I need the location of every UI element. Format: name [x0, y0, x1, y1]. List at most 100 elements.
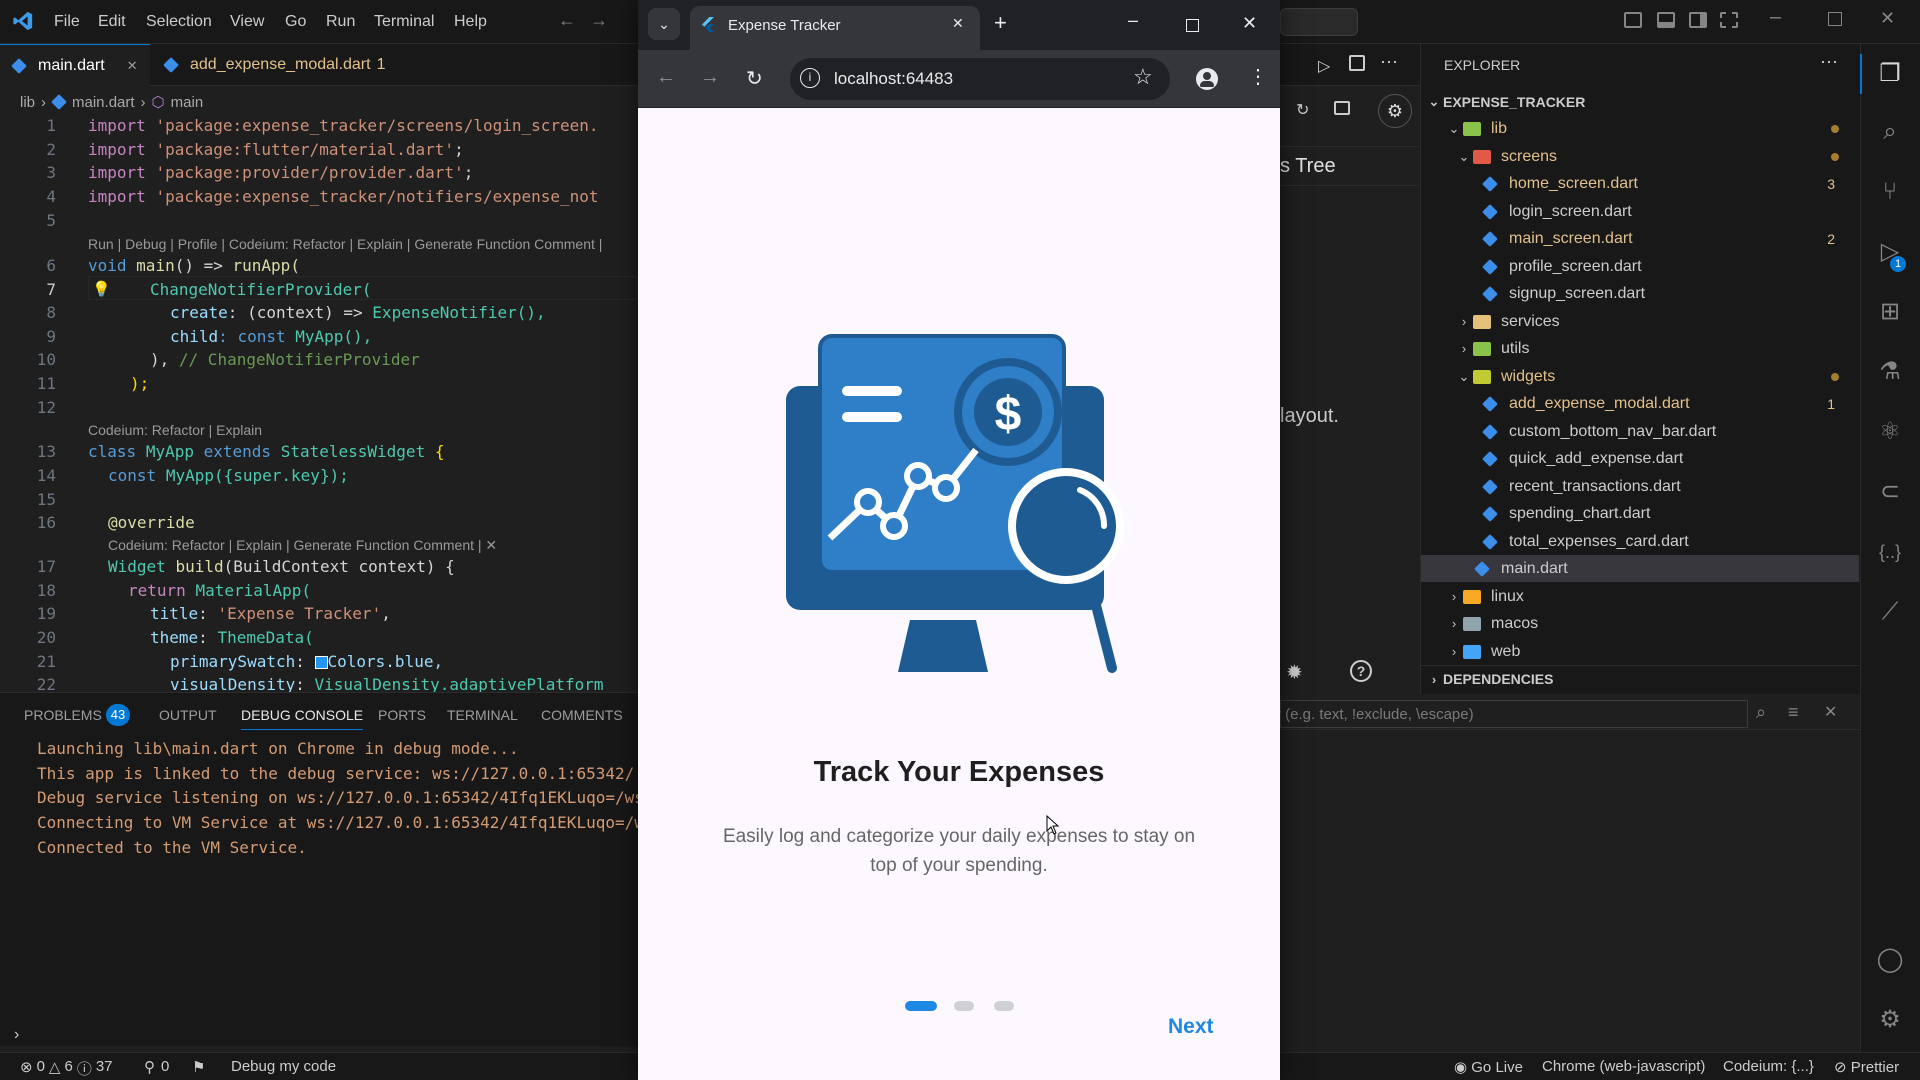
- codelens[interactable]: Codeium: Refactor | Explain: [88, 422, 262, 438]
- page-indicator-dot[interactable]: [994, 1001, 1014, 1011]
- tab-search-icon[interactable]: ⌄: [648, 8, 680, 40]
- panel-tab-terminal[interactable]: TERMINAL: [447, 707, 518, 723]
- files-icon[interactable]: ❐: [1876, 60, 1904, 88]
- status-golive[interactable]: ◉ Go Live: [1454, 1058, 1523, 1076]
- bookmark-star-icon[interactable]: ☆: [1133, 64, 1153, 90]
- search-icon[interactable]: ⌕: [1876, 118, 1904, 146]
- menu-go[interactable]: Go: [285, 13, 306, 31]
- lightbulb-icon[interactable]: 💡: [92, 280, 111, 298]
- panel-tab-problems[interactable]: PROBLEMS: [24, 707, 102, 723]
- new-tab-icon[interactable]: +: [994, 10, 1007, 36]
- browser-minimize-icon[interactable]: –: [1128, 10, 1138, 31]
- menu-file[interactable]: File: [54, 13, 80, 31]
- tree-folder-widgets[interactable]: ⌄ widgets: [1421, 363, 1859, 390]
- tree-file[interactable]: custom_bottom_nav_bar.dart: [1421, 418, 1859, 445]
- tree-file[interactable]: home_screen.dart 3: [1421, 170, 1859, 197]
- run-icon[interactable]: ▷: [1318, 56, 1330, 76]
- tree-file[interactable]: signup_screen.dart: [1421, 280, 1859, 307]
- tree-folder-linux[interactable]: › linux: [1421, 583, 1859, 610]
- panel-tab-comments[interactable]: COMMENTS: [541, 707, 623, 723]
- restore-icon[interactable]: [1828, 12, 1842, 26]
- menu-help[interactable]: Help: [454, 13, 487, 31]
- close-window-icon[interactable]: ✕: [1880, 8, 1895, 29]
- tab-main-dart[interactable]: main.dart ✕: [0, 44, 150, 86]
- toggle-secondary-sidebar-icon[interactable]: [1689, 12, 1707, 28]
- tree-folder-lib[interactable]: ⌄ lib: [1421, 115, 1859, 142]
- clear-console-icon[interactable]: ≡: [1788, 702, 1799, 723]
- extensions-icon[interactable]: ⊞: [1876, 298, 1904, 326]
- color-swatch[interactable]: [314, 656, 328, 669]
- search-icon[interactable]: ⌕: [1756, 702, 1766, 723]
- status-prettier[interactable]: ⊘ Prettier: [1834, 1058, 1899, 1076]
- panel-tab-ports[interactable]: PORTS: [378, 707, 426, 723]
- reload-icon[interactable]: ↻: [746, 66, 763, 91]
- profile-avatar-icon[interactable]: [1196, 68, 1218, 90]
- tree-file[interactable]: total_expenses_card.dart: [1421, 528, 1859, 555]
- browser-close-icon[interactable]: ✕: [1242, 13, 1257, 34]
- bug-icon[interactable]: ✹: [1286, 660, 1303, 685]
- menu-selection[interactable]: Selection: [146, 13, 212, 31]
- tree-file-selected[interactable]: main.dart: [1421, 555, 1859, 582]
- minimize-icon[interactable]: –: [1770, 6, 1781, 29]
- tree-file[interactable]: spending_chart.dart: [1421, 500, 1859, 527]
- status-problems[interactable]: ⊗ 0 △ 6 ⓘ 37: [20, 1058, 113, 1079]
- status-debug-config[interactable]: Debug my code: [231, 1058, 336, 1075]
- nav-forward-icon[interactable]: →: [590, 10, 608, 31]
- tree-file[interactable]: quick_add_expense.dart: [1421, 445, 1859, 472]
- tab-add-expense-modal[interactable]: add_expense_modal.dart 1: [152, 44, 412, 86]
- command-center[interactable]: [1280, 8, 1358, 36]
- react-icon[interactable]: ⚛: [1876, 418, 1904, 446]
- site-info-icon[interactable]: i: [800, 68, 820, 88]
- breadcrumb-root[interactable]: lib: [20, 94, 35, 111]
- menu-view[interactable]: View: [230, 13, 264, 31]
- tree-folder-screens[interactable]: ⌄ screens: [1421, 143, 1859, 170]
- console-prompt-icon[interactable]: ›: [14, 1026, 19, 1044]
- help-icon[interactable]: ?: [1350, 660, 1372, 682]
- tree-file[interactable]: recent_transactions.dart: [1421, 473, 1859, 500]
- page-indicator-active[interactable]: [905, 1001, 937, 1011]
- json-icon[interactable]: {..}: [1876, 538, 1904, 566]
- status-device[interactable]: Chrome (web-javascript): [1542, 1058, 1705, 1075]
- toggle-panel-icon[interactable]: [1657, 12, 1675, 28]
- breadcrumb-symbol[interactable]: main: [171, 94, 204, 111]
- tree-file[interactable]: main_screen.dart 2: [1421, 225, 1859, 252]
- explorer-more-icon[interactable]: ⋯: [1820, 52, 1838, 73]
- browser-back-icon[interactable]: ←: [656, 66, 676, 89]
- toggle-sidebar-icon[interactable]: [1624, 12, 1642, 28]
- more-actions-icon[interactable]: ⋯: [1380, 52, 1398, 73]
- close-tab-icon[interactable]: ✕: [952, 15, 964, 32]
- testing-icon[interactable]: ⚗: [1876, 358, 1904, 386]
- tree-folder-utils[interactable]: › utils: [1421, 335, 1859, 362]
- project-root[interactable]: ⌄ EXPENSE_TRACKER: [1421, 88, 1859, 115]
- codelens[interactable]: Codeium: Refactor | Explain | Generate F…: [108, 537, 497, 554]
- browser-forward-icon[interactable]: →: [700, 66, 720, 89]
- panel-tab-debug-console[interactable]: DEBUG CONSOLE: [241, 707, 364, 730]
- account-icon[interactable]: ◯: [1876, 946, 1904, 974]
- manage-gear-icon[interactable]: ⚙: [1876, 1006, 1904, 1034]
- close-panel-icon[interactable]: ✕: [1824, 702, 1837, 722]
- close-tab-icon[interactable]: ✕: [127, 58, 138, 74]
- source-control-icon[interactable]: ⑂: [1876, 178, 1904, 206]
- page-indicator-dot[interactable]: [954, 1001, 974, 1011]
- tree-file[interactable]: login_screen.dart: [1421, 198, 1859, 225]
- screenshot-icon[interactable]: [1334, 101, 1350, 115]
- tree-file[interactable]: add_expense_modal.dart 1: [1421, 390, 1859, 417]
- gear-icon[interactable]: ⚙: [1378, 94, 1412, 128]
- debug-launch-icon[interactable]: ⚑: [192, 1058, 205, 1076]
- tree-file[interactable]: profile_screen.dart: [1421, 253, 1859, 280]
- tree-folder-web[interactable]: › web: [1421, 638, 1859, 665]
- menu-edit[interactable]: Edit: [98, 13, 126, 31]
- refresh-tree-icon[interactable]: ↻: [1296, 100, 1309, 120]
- menu-run[interactable]: Run: [326, 13, 355, 31]
- status-codeium[interactable]: Codeium: {...}: [1723, 1058, 1814, 1075]
- browser-menu-icon[interactable]: ⋮: [1248, 64, 1268, 89]
- menu-terminal[interactable]: Terminal: [374, 13, 434, 31]
- status-ports[interactable]: ⚲ 0: [144, 1058, 169, 1076]
- tree-folder-services[interactable]: › services: [1421, 308, 1859, 335]
- nav-back-icon[interactable]: ←: [558, 10, 576, 31]
- breadcrumb-file[interactable]: main.dart: [72, 94, 135, 111]
- browser-maximize-icon[interactable]: [1186, 19, 1199, 32]
- next-button[interactable]: Next: [1168, 1015, 1214, 1039]
- remote-icon[interactable]: ⊂: [1876, 478, 1904, 506]
- split-editor-icon[interactable]: [1349, 55, 1365, 71]
